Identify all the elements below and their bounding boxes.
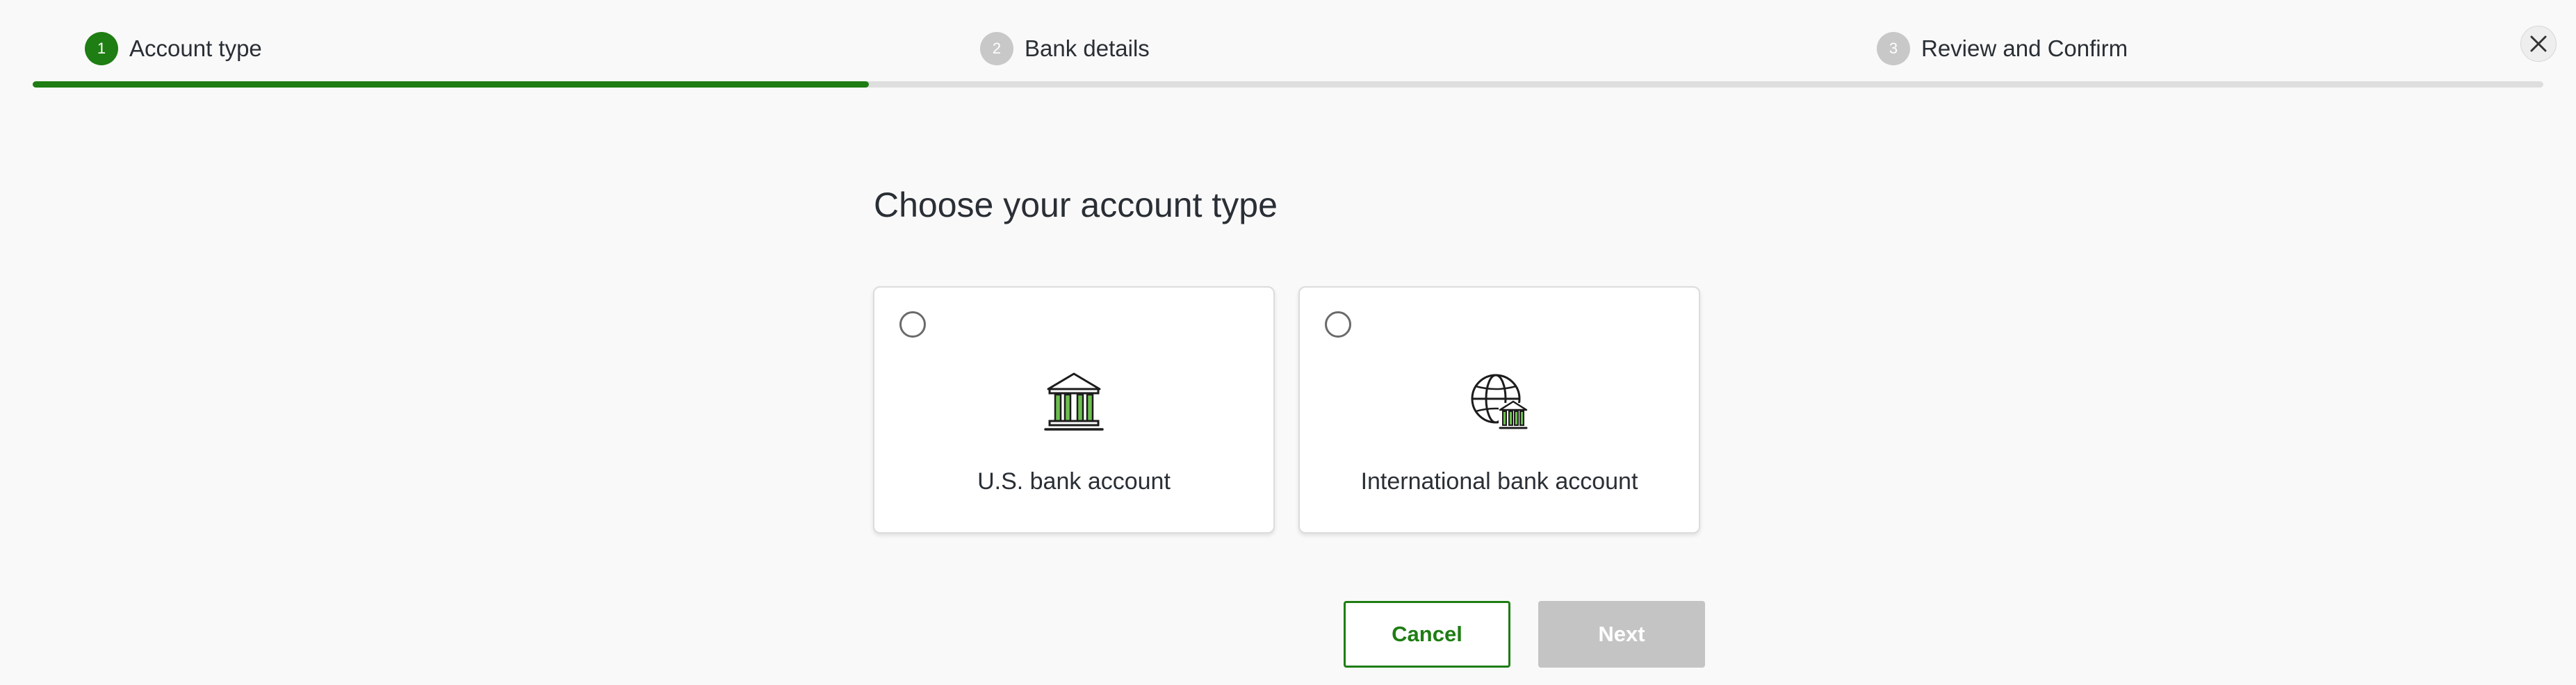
step-label: Review and Confirm — [1921, 35, 2128, 61]
progress-track — [33, 81, 2543, 88]
radio-us-bank[interactable] — [899, 311, 926, 338]
step-label: Bank details — [1025, 35, 1150, 61]
step-number: 2 — [980, 32, 1013, 65]
option-label: U.S. bank account — [977, 468, 1171, 495]
step-bank-details: 2 Bank details — [980, 32, 1150, 65]
option-card-international-bank[interactable]: International bank account — [1298, 286, 1700, 534]
next-button[interactable]: Next — [1538, 601, 1705, 668]
step-number: 1 — [85, 32, 118, 65]
step-label: Account type — [129, 35, 262, 61]
radio-international-bank[interactable] — [1325, 311, 1351, 338]
progress-fill — [33, 81, 869, 88]
step-number: 3 — [1877, 32, 1910, 65]
bank-building-icon — [1044, 372, 1104, 431]
cancel-button[interactable]: Cancel — [1344, 601, 1510, 668]
option-card-us-bank[interactable]: U.S. bank account — [873, 286, 1275, 534]
close-icon — [2530, 35, 2547, 52]
step-account-type: 1 Account type — [85, 32, 262, 65]
step-review-confirm: 3 Review and Confirm — [1877, 32, 2128, 65]
globe-bank-icon — [1471, 374, 1528, 432]
close-button[interactable] — [2520, 26, 2557, 62]
progress-stepper: 1 Account type 2 Bank details 3 Review a… — [0, 0, 2576, 90]
option-label: International bank account — [1360, 468, 1638, 495]
page-title: Choose your account type — [874, 185, 1278, 224]
